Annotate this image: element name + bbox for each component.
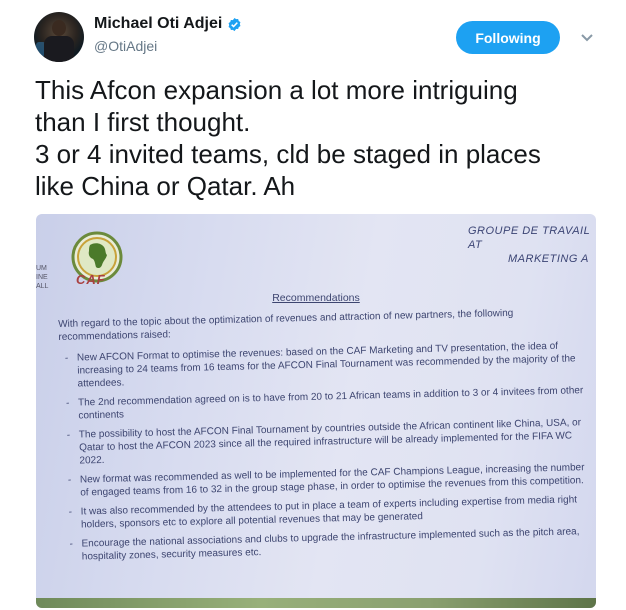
recommendation-item: New AFCON Format to optimise the revenue…: [77, 339, 584, 390]
document-body: With regard to the topic about the optim…: [58, 305, 588, 570]
author-name-row: Michael Oti Adjei: [94, 15, 242, 33]
caf-logo-text: CAF: [76, 272, 106, 287]
recommendation-list: New AFCON Format to optimise the revenue…: [59, 339, 588, 564]
tweet-text: This Afcon expansion a lot more intrigui…: [35, 75, 541, 201]
avatar-body: [44, 36, 74, 62]
document-header-line-2: MARKETING A: [508, 253, 589, 265]
author-name[interactable]: Michael Oti Adjei: [94, 15, 222, 33]
following-button[interactable]: Following: [456, 21, 560, 54]
document-side-text: UM INE ALL: [36, 265, 49, 290]
recommendation-item: The 2nd recommendation agreed on is to h…: [78, 384, 584, 422]
document-header-line-1: GROUPE DE TRAVAIL AT: [468, 225, 591, 251]
recommendation-item: Encourage the national associations and …: [81, 525, 587, 563]
recommendation-item: New format was recommended as well to be…: [80, 461, 586, 499]
tweet-media-photo[interactable]: UM INE ALL CAF GROUPE DE TRAVAIL AT MARK…: [36, 214, 596, 608]
author-handle[interactable]: @OtiAdjei: [94, 38, 157, 54]
document-header: GROUPE DE TRAVAIL AT MARKETING A: [468, 224, 596, 266]
author-avatar[interactable]: [34, 12, 84, 62]
avatar-head: [52, 20, 66, 36]
chevron-down-icon[interactable]: [580, 30, 594, 42]
recommendation-item: The possibility to host the AFCON Final …: [79, 416, 586, 467]
photo-bottom-edge: [36, 598, 596, 608]
document-intro: With regard to the topic about the optim…: [58, 307, 514, 343]
recommendation-item: It was also recommended by the attendees…: [81, 493, 587, 531]
document-title: Recommendations: [272, 292, 360, 304]
verified-badge-icon: [227, 17, 242, 32]
